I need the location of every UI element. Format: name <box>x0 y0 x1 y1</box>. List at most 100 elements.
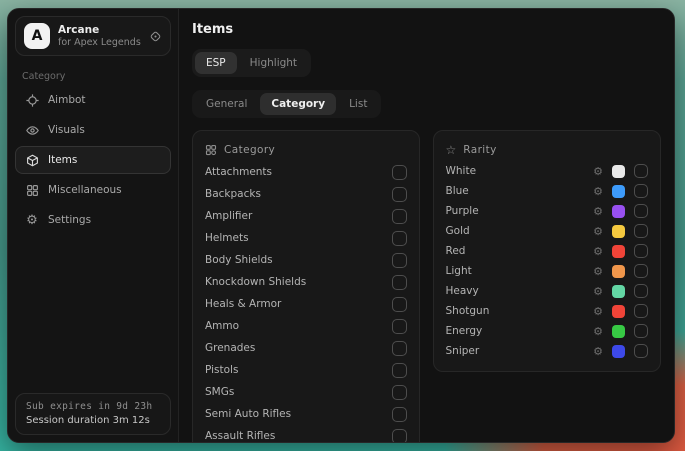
rarity-settings-gear-icon[interactable]: ⚙ <box>593 306 603 317</box>
category-checkbox[interactable] <box>392 165 407 180</box>
rarity-row: Blue ⚙ <box>446 181 648 201</box>
session-duration-text: Session duration 3m 12s <box>26 415 160 426</box>
tab-category[interactable]: Category <box>260 93 336 115</box>
category-checkbox[interactable] <box>392 385 407 400</box>
sidebar-section-label: Category <box>22 71 171 82</box>
category-row-label: Assault Rifles <box>205 430 392 442</box>
category-row-label: Heals & Armor <box>205 298 392 310</box>
rarity-color-swatch[interactable] <box>612 325 625 338</box>
sidebar-item-miscellaneous[interactable]: Miscellaneous <box>15 176 171 204</box>
rarity-checkbox[interactable] <box>634 204 648 218</box>
rarity-row: White ⚙ <box>446 161 648 181</box>
rarity-checkbox[interactable] <box>634 164 648 178</box>
tab-general[interactable]: General <box>195 93 258 115</box>
sidebar-item-label: Aimbot <box>48 94 86 106</box>
rarity-color-swatch[interactable] <box>612 345 625 358</box>
mode-option-highlight[interactable]: Highlight <box>239 52 308 74</box>
category-row-label: Body Shields <box>205 254 392 266</box>
rarity-panel-header: ☆ Rarity <box>446 139 648 161</box>
crosshair-icon <box>25 94 39 107</box>
rarity-list: White ⚙ Blue ⚙ Purple ⚙ Gold ⚙ Red <box>446 161 648 361</box>
category-checkbox[interactable] <box>392 429 407 443</box>
category-panel-title: Category <box>224 144 275 156</box>
rarity-settings-gear-icon[interactable]: ⚙ <box>593 206 603 217</box>
rarity-checkbox[interactable] <box>634 284 648 298</box>
category-row: Knockdown Shields <box>205 271 407 293</box>
category-row-label: Backpacks <box>205 188 392 200</box>
rarity-color-swatch[interactable] <box>612 305 625 318</box>
category-grid-icon <box>205 144 217 156</box>
grid-icon <box>25 184 39 197</box>
rarity-color-swatch[interactable] <box>612 245 625 258</box>
rarity-row: Energy ⚙ <box>446 321 648 341</box>
category-checkbox[interactable] <box>392 297 407 312</box>
rarity-settings-gear-icon[interactable]: ⚙ <box>593 346 603 357</box>
category-panel: Category Attachments Backpacks Amplifier… <box>192 130 420 442</box>
sidebar-nav: Aimbot Visuals Items Miscellaneous ⚙ Set… <box>15 86 171 234</box>
rarity-checkbox[interactable] <box>634 304 648 318</box>
rarity-settings-gear-icon[interactable]: ⚙ <box>593 326 603 337</box>
subscription-card: Sub expires in 9d 23h Session duration 3… <box>15 393 171 435</box>
rarity-settings-gear-icon[interactable]: ⚙ <box>593 226 603 237</box>
rarity-row-label: Light <box>446 265 594 277</box>
rarity-settings-gear-icon[interactable]: ⚙ <box>593 246 603 257</box>
rarity-checkbox[interactable] <box>634 244 648 258</box>
rarity-color-swatch[interactable] <box>612 205 625 218</box>
tab-bar: General Category List <box>192 90 381 118</box>
mode-option-esp[interactable]: ESP <box>195 52 237 74</box>
category-checkbox[interactable] <box>392 187 407 202</box>
app-subtitle: for Apex Legends <box>58 37 141 49</box>
rarity-row-label: Sniper <box>446 345 594 357</box>
rarity-row-label: Heavy <box>446 285 594 297</box>
rarity-color-swatch[interactable] <box>612 285 625 298</box>
category-checkbox[interactable] <box>392 275 407 290</box>
tab-list[interactable]: List <box>338 93 378 115</box>
rarity-settings-gear-icon[interactable]: ⚙ <box>593 186 603 197</box>
category-checkbox[interactable] <box>392 407 407 422</box>
rarity-settings-gear-icon[interactable]: ⚙ <box>593 166 603 177</box>
category-row: Heals & Armor <box>205 293 407 315</box>
sidebar-item-label: Settings <box>48 214 91 226</box>
category-checkbox[interactable] <box>392 319 407 334</box>
rarity-color-swatch[interactable] <box>612 185 625 198</box>
category-list: Attachments Backpacks Amplifier Helmets … <box>205 161 407 442</box>
rarity-color-swatch[interactable] <box>612 225 625 238</box>
app-logo: A <box>24 23 50 49</box>
category-checkbox[interactable] <box>392 341 407 356</box>
rarity-checkbox[interactable] <box>634 184 648 198</box>
gear-icon: ⚙ <box>25 214 39 227</box>
sidebar-item-aimbot[interactable]: Aimbot <box>15 86 171 114</box>
rarity-color-swatch[interactable] <box>612 165 625 178</box>
sub-expires-text: Sub expires in 9d 23h <box>26 401 160 412</box>
rarity-checkbox[interactable] <box>634 264 648 278</box>
target-icon[interactable] <box>149 30 162 43</box>
rarity-checkbox[interactable] <box>634 224 648 238</box>
category-checkbox[interactable] <box>392 231 407 246</box>
category-row: Attachments <box>205 161 407 183</box>
rarity-checkbox[interactable] <box>634 344 648 358</box>
category-row-label: Semi Auto Rifles <box>205 408 392 420</box>
category-checkbox[interactable] <box>392 363 407 378</box>
sidebar-item-label: Visuals <box>48 124 85 136</box>
rarity-settings-gear-icon[interactable]: ⚙ <box>593 286 603 297</box>
category-row-label: SMGs <box>205 386 392 398</box>
sidebar-item-settings[interactable]: ⚙ Settings <box>15 206 171 234</box>
rarity-color-swatch[interactable] <box>612 265 625 278</box>
category-checkbox[interactable] <box>392 253 407 268</box>
rarity-row: Purple ⚙ <box>446 201 648 221</box>
category-checkbox[interactable] <box>392 209 407 224</box>
rarity-checkbox[interactable] <box>634 324 648 338</box>
category-row: Helmets <box>205 227 407 249</box>
category-row: Ammo <box>205 315 407 337</box>
rarity-row: Light ⚙ <box>446 261 648 281</box>
rarity-row: Sniper ⚙ <box>446 341 648 361</box>
category-row-label: Ammo <box>205 320 392 332</box>
arcane-menu-window: A Arcane for Apex Legends Category Aimbo… <box>7 8 675 443</box>
category-panel-header: Category <box>205 139 407 161</box>
sidebar: A Arcane for Apex Legends Category Aimbo… <box>8 9 179 442</box>
rarity-row: Shotgun ⚙ <box>446 301 648 321</box>
category-row: Amplifier <box>205 205 407 227</box>
rarity-settings-gear-icon[interactable]: ⚙ <box>593 266 603 277</box>
sidebar-item-items[interactable]: Items <box>15 146 171 174</box>
sidebar-item-visuals[interactable]: Visuals <box>15 116 171 144</box>
